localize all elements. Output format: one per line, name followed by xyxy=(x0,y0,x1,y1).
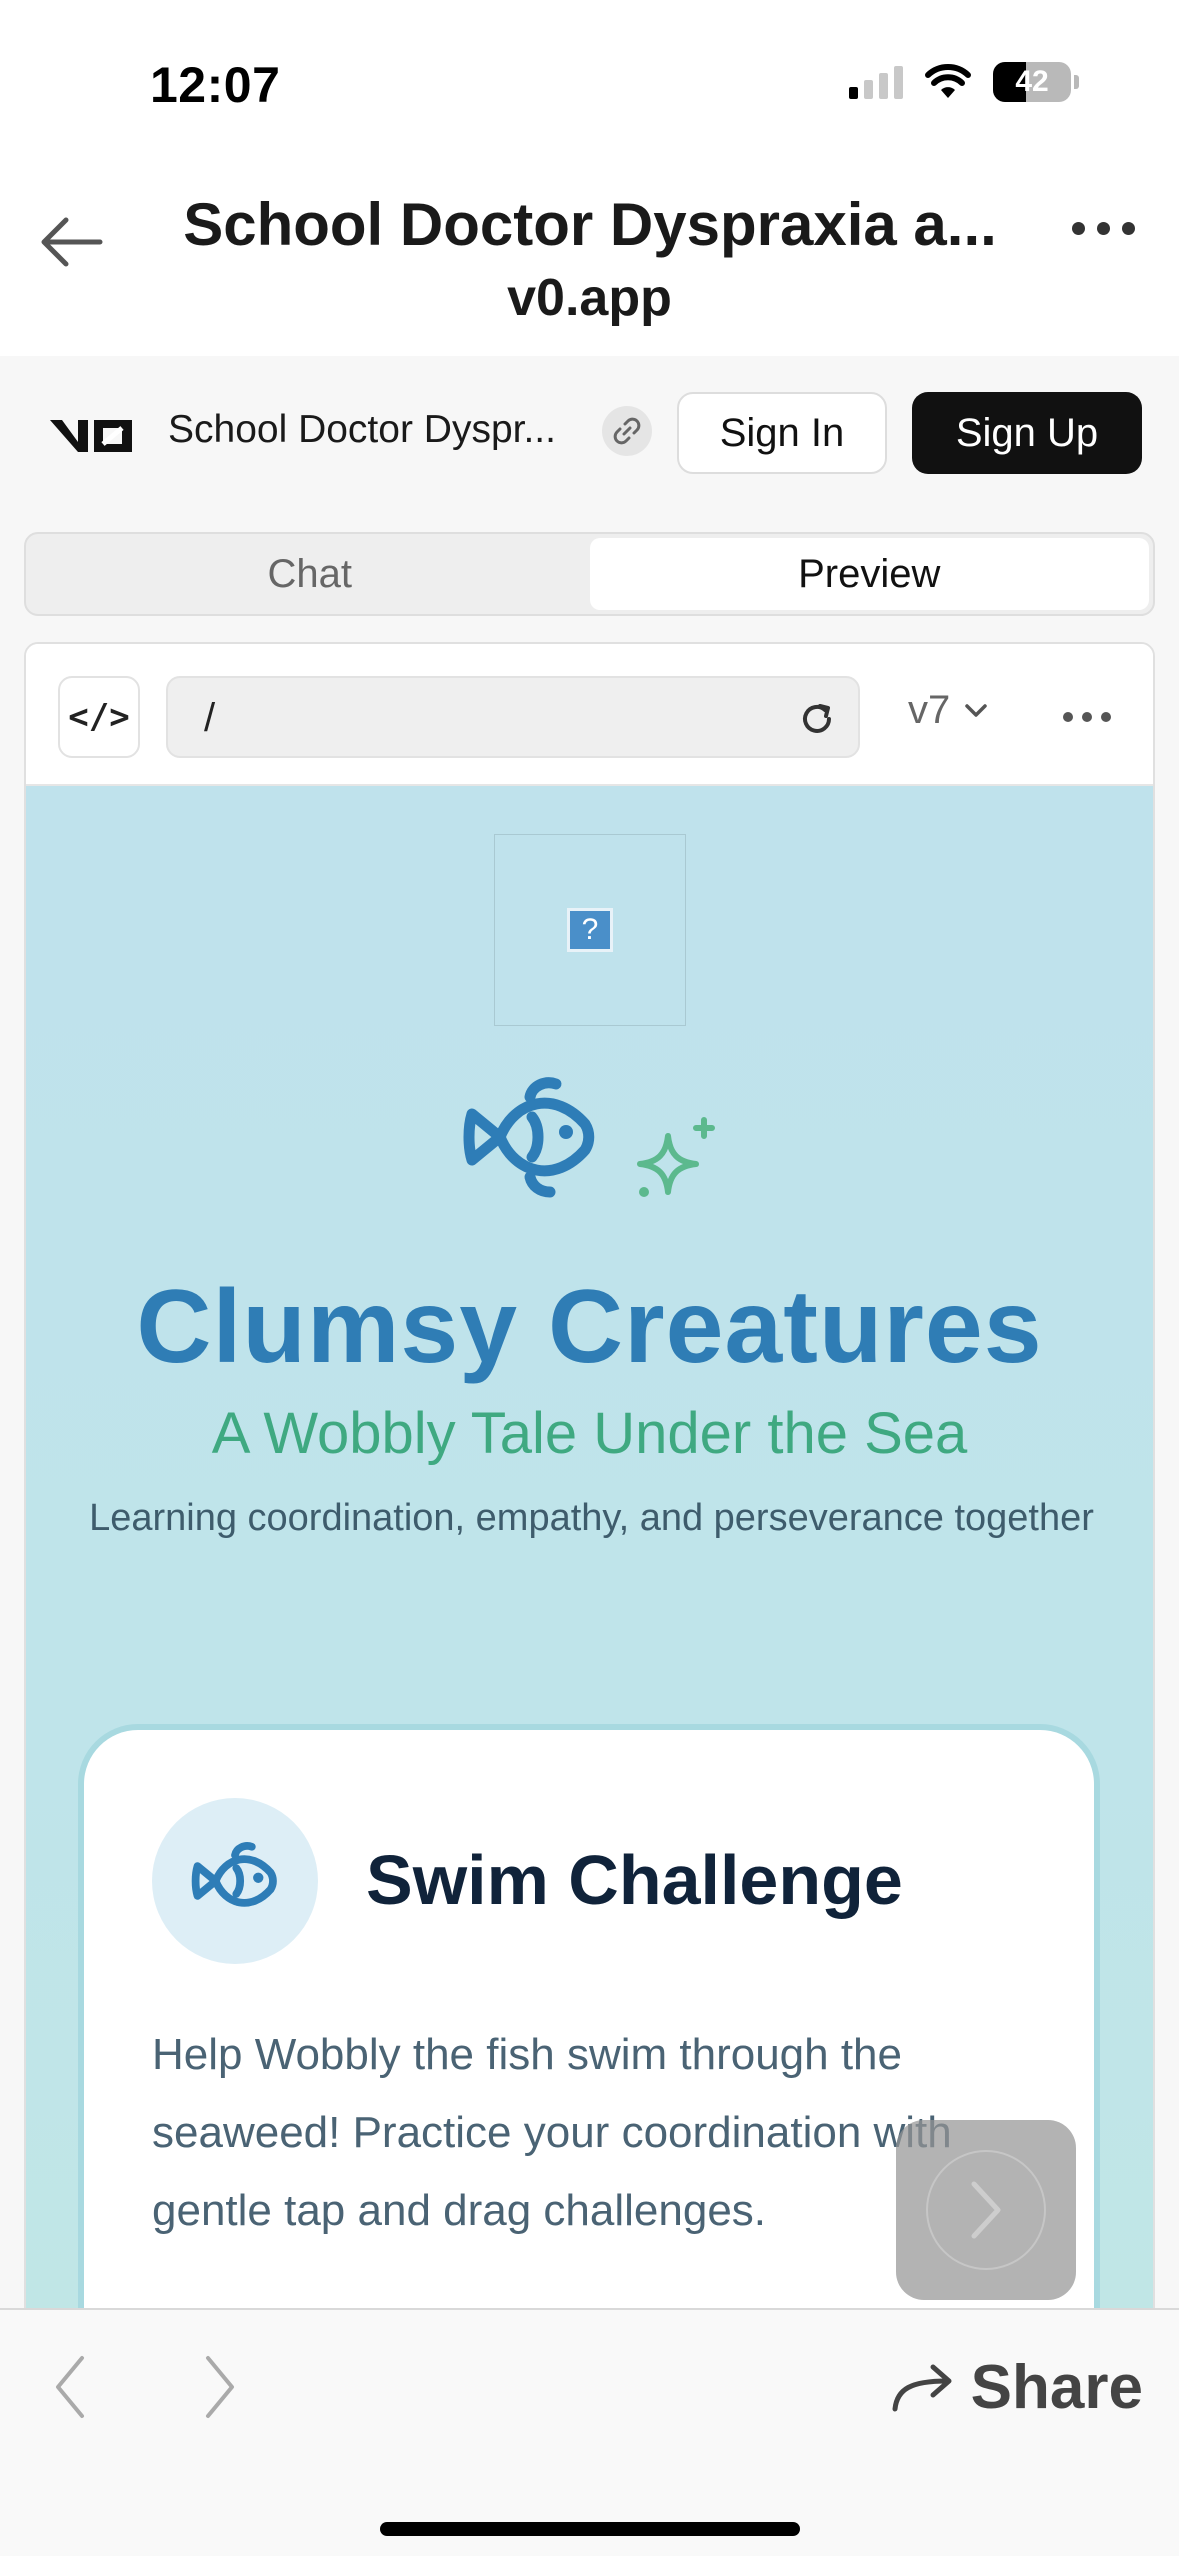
share-label: Share xyxy=(970,2353,1143,2422)
status-bar: 12:07 42 xyxy=(0,0,1179,150)
cellular-signal-icon xyxy=(849,65,903,99)
v0-header: School Doctor Dyspr... Sign In Sign Up xyxy=(0,356,1179,516)
status-time: 12:07 xyxy=(150,57,281,113)
back-arrow-icon[interactable] xyxy=(36,212,106,272)
battery-level: 42 xyxy=(1015,65,1049,98)
browser-header: School Doctor Dyspraxia a... v0.app xyxy=(0,150,1179,356)
sign-up-button[interactable]: Sign Up xyxy=(912,392,1142,474)
app-description: Learning coordination, empathy, and pers… xyxy=(89,1497,1094,1539)
chevron-right-icon xyxy=(971,2181,1001,2239)
nav-back-icon[interactable] xyxy=(50,2352,90,2422)
preview-panel: </> / v7 ? Clumsy Creatures A Wobbly Tal… xyxy=(24,642,1155,2308)
page-title: School Doctor Dyspraxia a... xyxy=(183,191,997,258)
sparkle-icon xyxy=(637,1117,715,1197)
app-title: Clumsy Creatures xyxy=(136,1269,1043,1385)
more-icon[interactable] xyxy=(1072,222,1135,235)
fish-icon xyxy=(463,1077,595,1198)
view-tabs: Chat Preview xyxy=(24,532,1155,616)
url-text: / xyxy=(204,696,216,740)
version-label: v7 xyxy=(908,688,951,732)
url-input[interactable]: / xyxy=(166,676,860,758)
tab-chat[interactable]: Chat xyxy=(30,538,590,610)
share-icon xyxy=(892,2364,952,2411)
sign-in-button[interactable]: Sign In xyxy=(677,392,887,474)
browser-bottom-toolbar: Share xyxy=(0,2308,1179,2556)
app-subtitle: A Wobbly Tale Under the Sea xyxy=(211,1401,968,1466)
card-fish-icon xyxy=(152,1798,318,1964)
panel-more-icon[interactable] xyxy=(1063,712,1111,722)
broken-image-icon: ? xyxy=(494,834,686,1026)
wifi-icon xyxy=(925,64,971,98)
battery-icon: 42 xyxy=(993,62,1071,102)
reload-icon[interactable] xyxy=(798,700,836,738)
app-preview: ? Clumsy Creatures A Wobbly Tale Under t… xyxy=(26,786,1153,2308)
share-button[interactable]: Share xyxy=(891,2352,1143,2423)
card-title: Swim Challenge xyxy=(366,1841,903,1919)
status-indicators: 42 xyxy=(849,62,1079,102)
code-icon[interactable]: </> xyxy=(58,676,140,758)
webview: School Doctor Dyspr... Sign In Sign Up C… xyxy=(0,356,1179,2308)
v0-logo[interactable] xyxy=(48,412,134,458)
floating-next-button[interactable] xyxy=(896,2120,1076,2300)
page-domain: v0.app xyxy=(507,269,672,327)
version-selector[interactable]: v7 xyxy=(908,688,988,733)
preview-toolbar: </> / v7 xyxy=(26,644,1153,786)
tab-preview[interactable]: Preview xyxy=(589,538,1149,610)
home-indicator xyxy=(380,2522,800,2536)
project-name[interactable]: School Doctor Dyspr... xyxy=(168,408,556,452)
link-icon[interactable] xyxy=(602,406,652,456)
nav-forward-icon[interactable] xyxy=(200,2352,240,2422)
chevron-down-icon xyxy=(965,703,987,717)
